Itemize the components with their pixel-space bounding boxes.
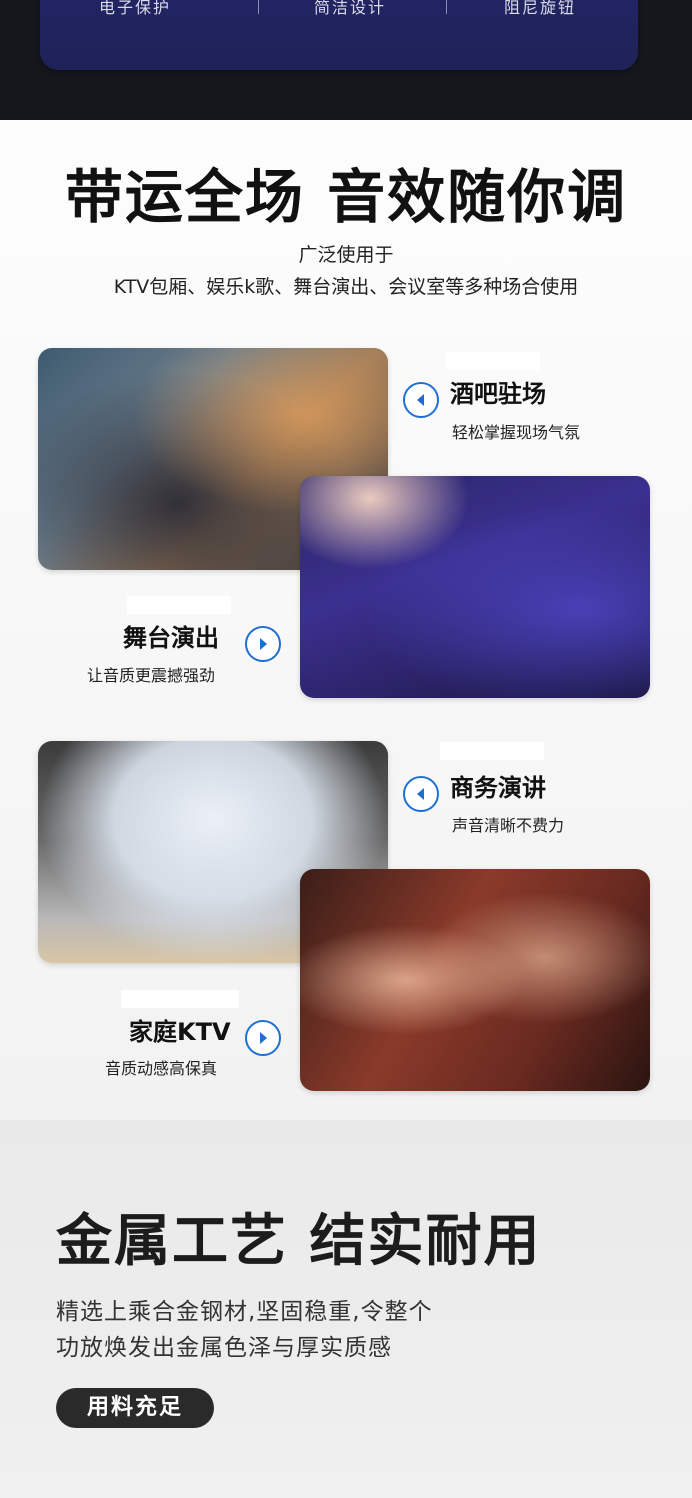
- label-mask: [127, 596, 231, 614]
- feature-bar: 电子保护 简洁设计 阻尼旋钮: [40, 0, 638, 70]
- top-band: 电子保护 简洁设计 阻尼旋钮: [0, 0, 692, 120]
- scene-title-stage: 舞台演出: [123, 624, 219, 652]
- scene-title-business: 商务演讲: [450, 774, 546, 802]
- scene-title-ktv: 家庭KTV: [129, 1018, 231, 1046]
- feature-item-electronic-protection: 电子保护: [98, 0, 171, 17]
- scene-title-bar: 酒吧驻场: [450, 380, 546, 408]
- metal-description-line2: 功放焕发出金属色泽与厚实质感: [56, 1335, 392, 1361]
- hero-title: 带运全场 音效随你调: [64, 163, 628, 231]
- chevron-right-icon: [245, 626, 281, 662]
- chevron-left-icon: [403, 382, 439, 418]
- label-mask: [446, 352, 540, 370]
- chevron-left-icon: [403, 776, 439, 812]
- scene-subtitle-bar: 轻松掌握现场气氛: [452, 423, 581, 442]
- hero-subtitle: 广泛使用于: [298, 244, 394, 266]
- label-mask: [440, 742, 544, 760]
- home-ktv-photo: [300, 869, 650, 1091]
- scene-subtitle-ktv: 音质动感高保真: [105, 1059, 218, 1078]
- scene-subtitle-business: 声音清晰不费力: [452, 816, 565, 835]
- metal-title: 金属工艺 结实耐用: [56, 1209, 542, 1274]
- metal-description-line1: 精选上乘合金钢材,坚固稳重,令整个: [56, 1299, 433, 1325]
- feature-item-damping-knob: 阻尼旋钮: [503, 0, 576, 17]
- label-mask: [121, 990, 239, 1008]
- chevron-right-icon: [245, 1020, 281, 1056]
- hero-description: KTV包厢、娱乐k歌、舞台演出、会议室等多种场合使用: [113, 276, 579, 298]
- material-badge: 用料充足: [56, 1388, 214, 1428]
- stage-performance-photo: [300, 476, 650, 698]
- feature-item-simple-design: 简洁设计: [313, 0, 386, 17]
- scene-subtitle-stage: 让音质更震撼强劲: [87, 666, 216, 685]
